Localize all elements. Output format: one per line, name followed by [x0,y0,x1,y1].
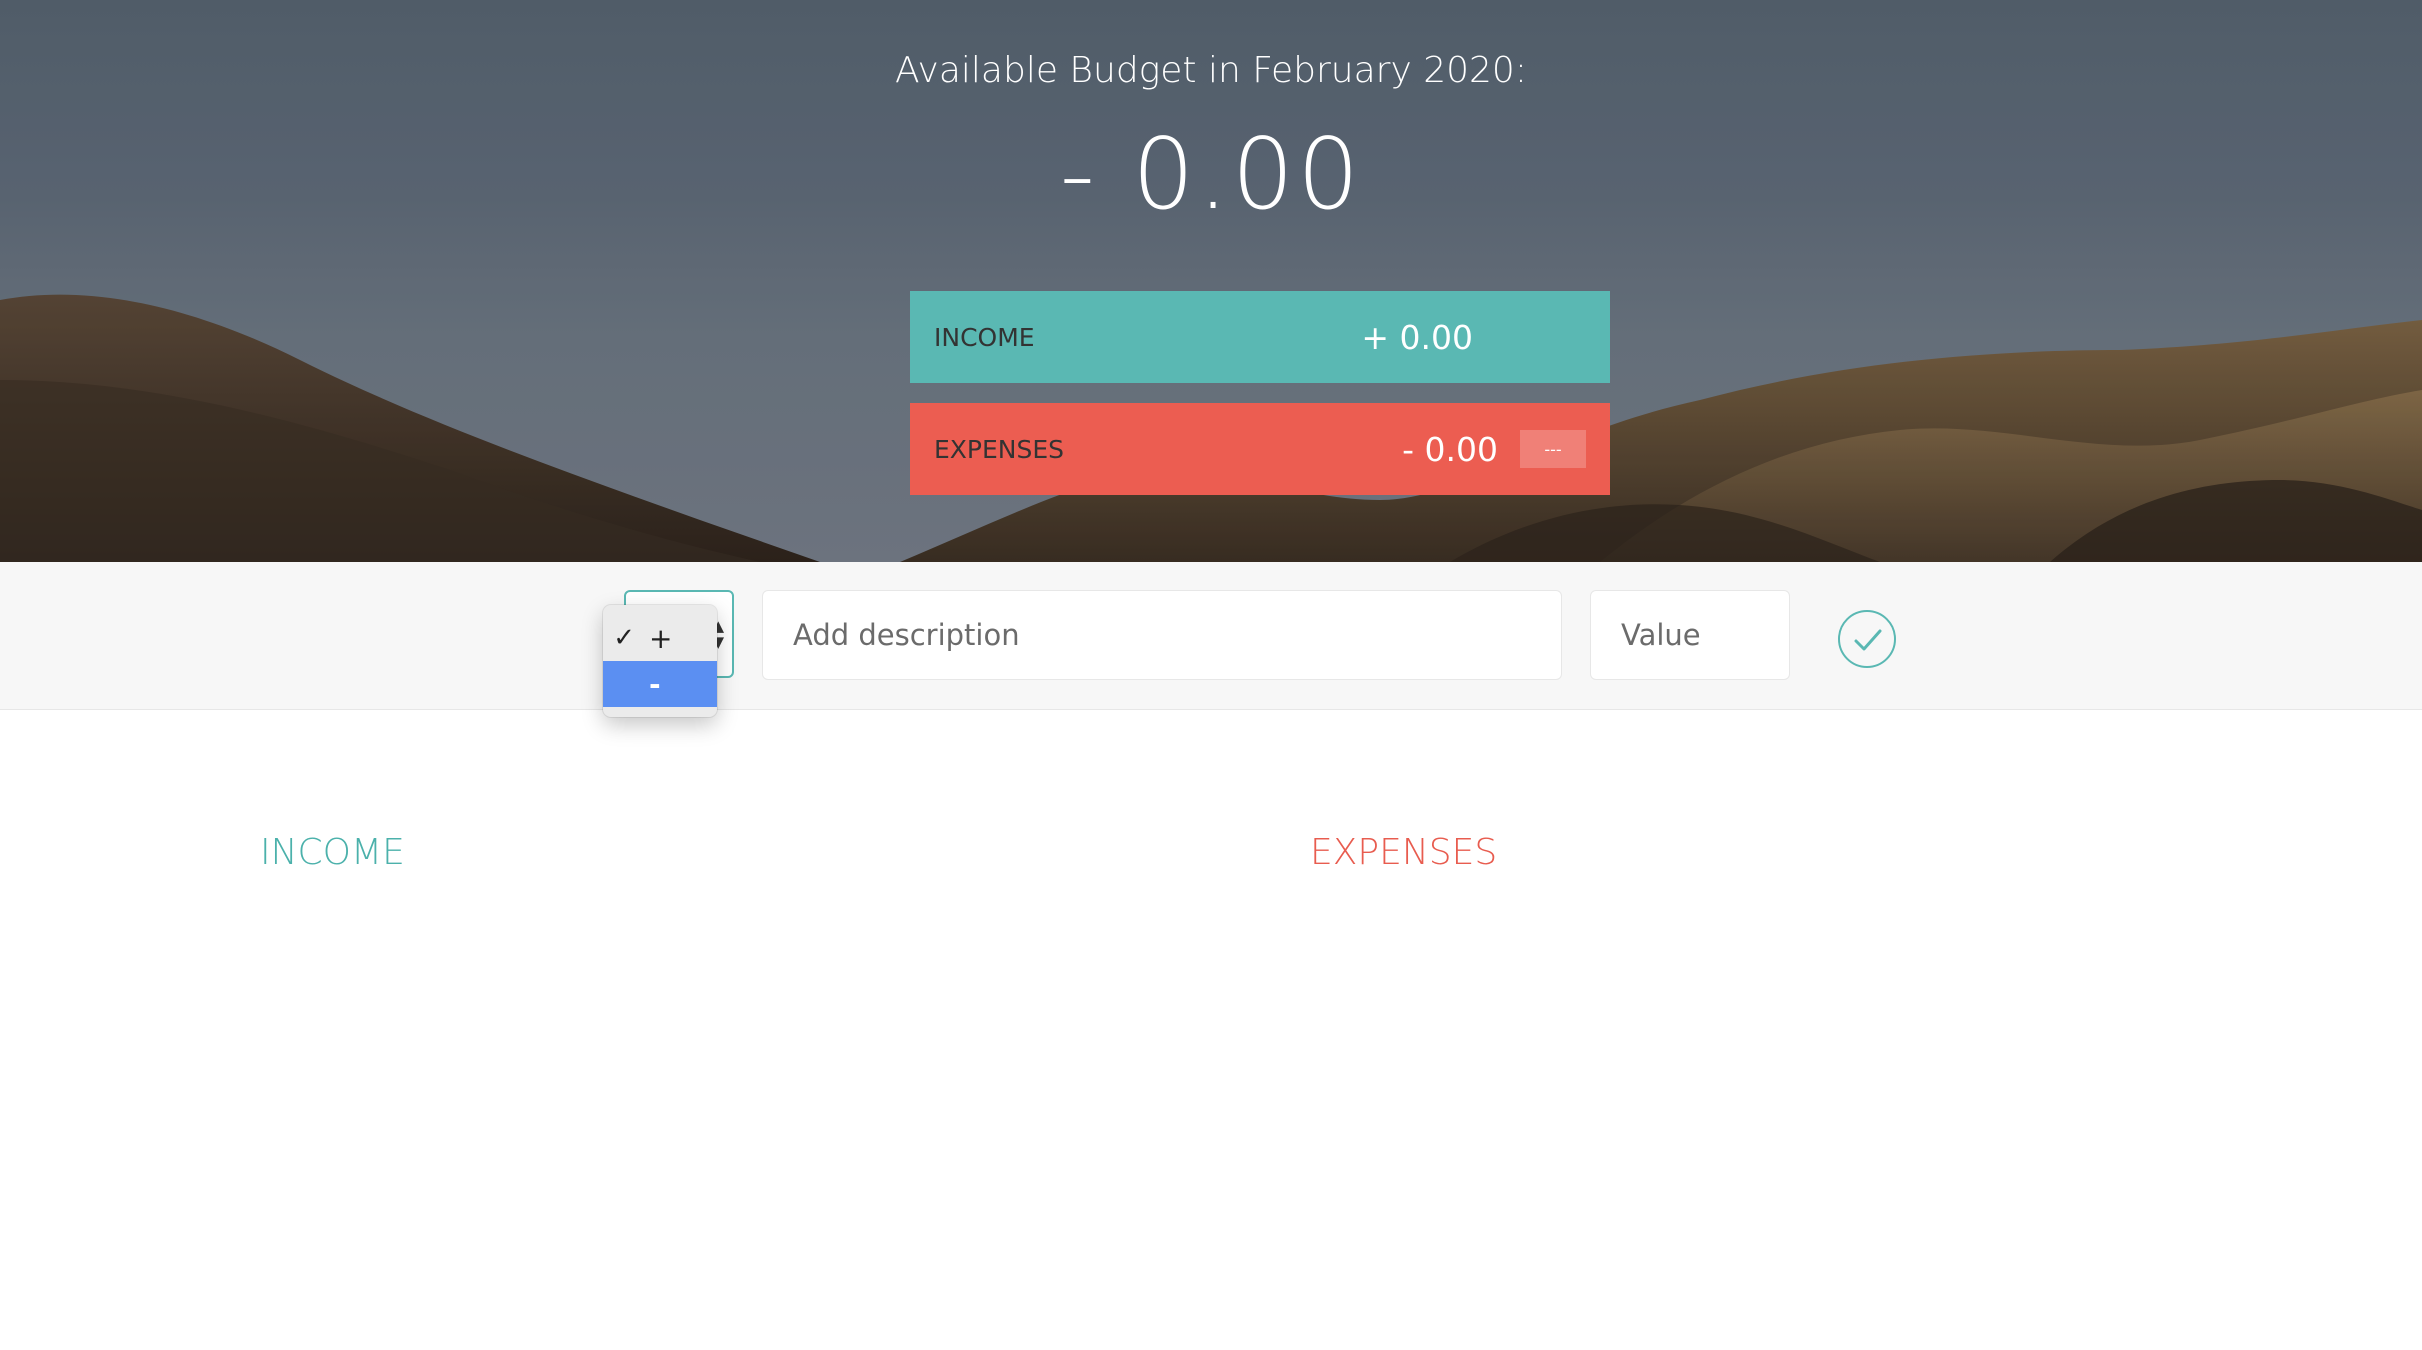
type-option-plus[interactable]: ✓ + [603,615,717,661]
checkmark-icon: ✓ [613,623,635,653]
type-option-label: - [649,667,661,701]
budget-header: Available Budget in February 2020: - 0.0… [0,0,2422,562]
add-item-bar: ▲ ▼ [0,562,2422,710]
type-dropdown-menu: ✓ + - [603,605,717,717]
expenses-summary: EXPENSES - 0.00 --- [910,403,1610,495]
income-list-title: INCOME [260,832,405,873]
expenses-summary-label: EXPENSES [934,434,1065,464]
budget-title: Available Budget in February 2020: [895,50,1527,91]
expenses-percentage-badge: --- [1520,430,1586,468]
value-input[interactable] [1590,590,1790,680]
expenses-summary-value: - 0.00 [1402,429,1498,469]
type-option-minus[interactable]: - [603,661,717,707]
income-summary-label: INCOME [934,322,1035,352]
add-item-button[interactable] [1838,610,1896,668]
income-summary-value: + 0.00 [1361,317,1473,357]
check-icon [1854,629,1882,651]
type-option-label: + [649,621,673,655]
budget-value: - 0.00 [1059,118,1363,232]
expenses-list-title: EXPENSES [1310,832,1498,873]
description-input[interactable] [762,590,1562,680]
income-summary: INCOME + 0.00 [910,291,1610,383]
